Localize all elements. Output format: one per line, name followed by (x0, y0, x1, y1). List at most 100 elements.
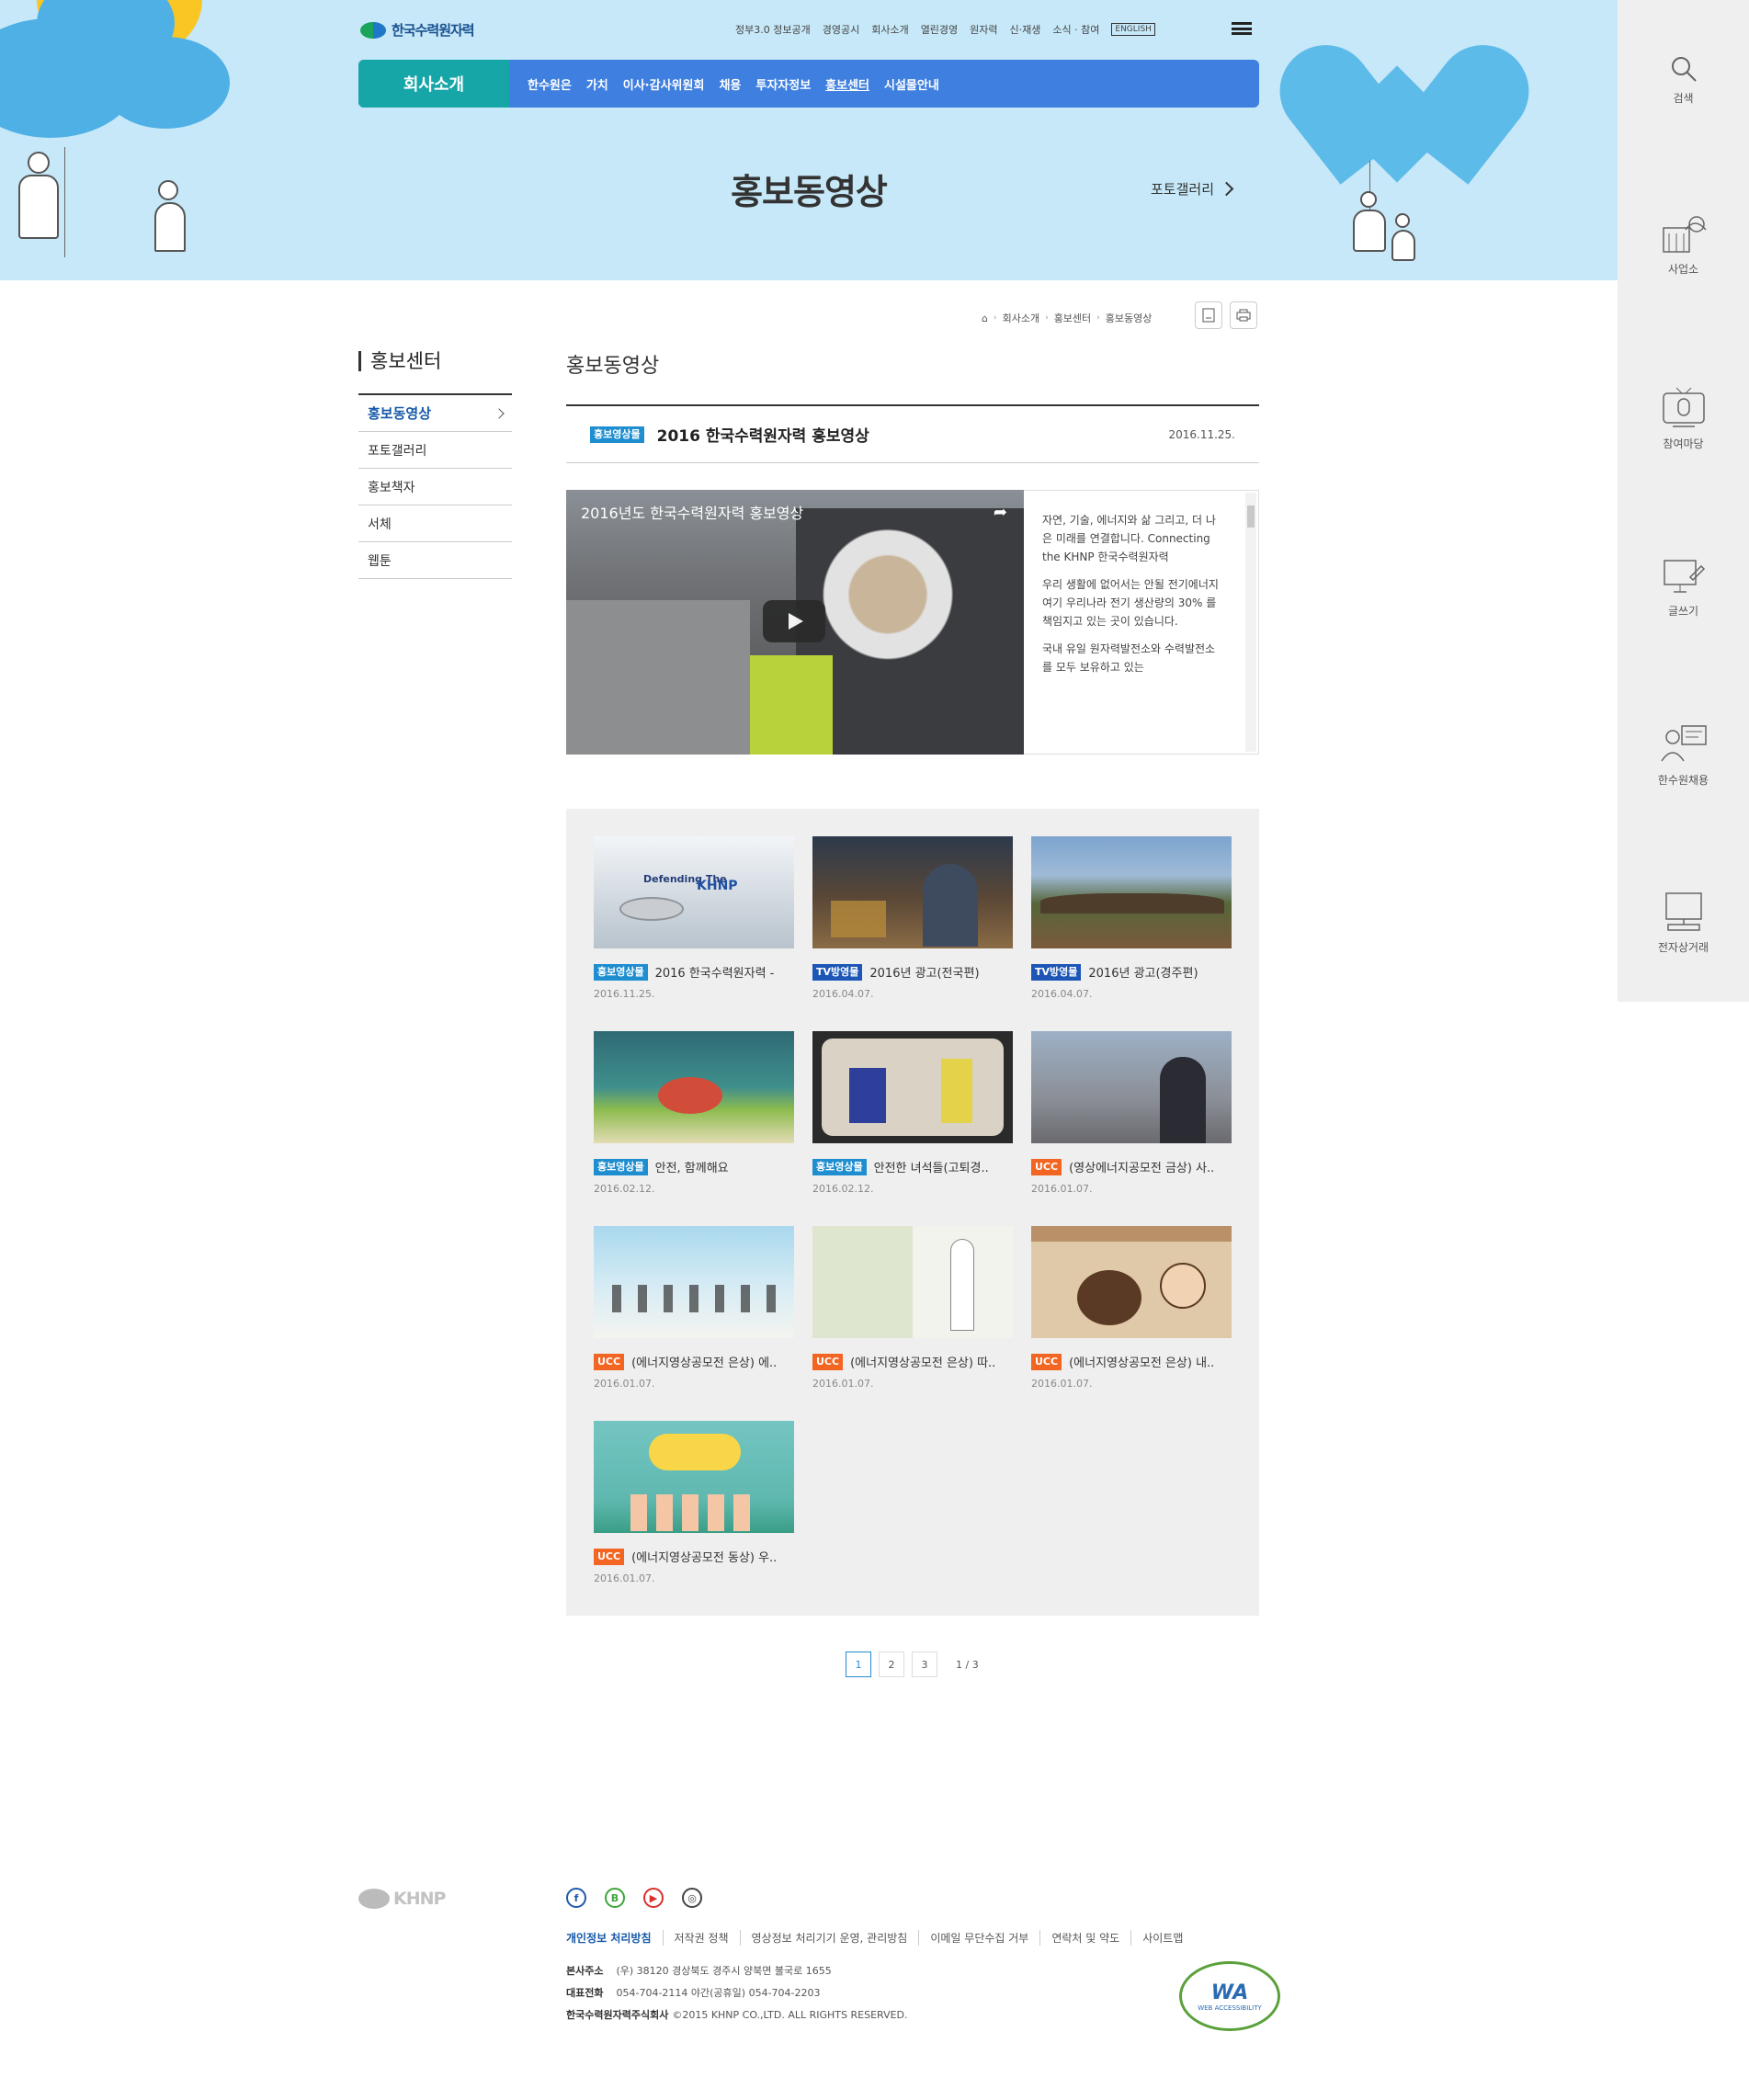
footer-link[interactable]: 이메일 무단수집 거부 (918, 1930, 1039, 1946)
thumbnail[interactable] (1031, 1031, 1232, 1143)
card-title[interactable]: (에너지영상공모전 은상) 내.. (1069, 1353, 1214, 1370)
sidebar-item-webtoon[interactable]: 웹툰 (358, 542, 512, 579)
page-button[interactable]: 2 (879, 1652, 904, 1677)
web-accessibility-mark: WA WEB ACCESSIBILITY (1179, 1961, 1280, 2031)
page-button[interactable]: 3 (912, 1652, 937, 1677)
page-button[interactable]: 1 (846, 1652, 871, 1677)
sidebar-item-label: 포토갤러리 (368, 443, 427, 459)
quick-participation[interactable]: 참여마당 (1618, 384, 1749, 451)
video-description[interactable]: 자연, 기술, 에너지와 삶 그리고, 더 나은 미래를 연결합니다. Conn… (1024, 490, 1259, 755)
footer-link[interactable]: 개인정보 처리방침 (566, 1930, 663, 1946)
thumbnail[interactable] (594, 1031, 794, 1143)
video-player[interactable]: 2016년도 한국수력원자력 홍보영상 ➦ (566, 490, 1024, 755)
home-icon[interactable]: ⌂ (982, 312, 988, 324)
description-paragraph: 자연, 기술, 에너지와 삶 그리고, 더 나은 미래를 연결합니다. Conn… (1042, 514, 1216, 563)
sidebar-item-font[interactable]: 서체 (358, 505, 512, 542)
gallery-card[interactable]: UCC (에너지영상공모전 은상) 에.. 2016.01.07. (594, 1226, 794, 1390)
phone-label: 대표전화 (566, 1987, 604, 1999)
gallery-card[interactable]: TV방영물 2016년 광고(경주편) 2016.04.07. (1031, 836, 1232, 1000)
breadcrumb-item[interactable]: 홍보센터 (1054, 311, 1091, 325)
gallery-card[interactable]: 홍보영상물 안전한 녀석들(고퇴경.. 2016.02.12. (812, 1031, 1013, 1195)
gnb-item-active[interactable]: 홍보센터 (825, 75, 869, 93)
category-badge: 홍보영상물 (594, 963, 648, 981)
thumbnail[interactable]: Defending The KHNP (594, 836, 794, 948)
quick-search[interactable]: 검색 (1618, 53, 1749, 106)
photo-gallery-link[interactable]: 포토갤러리 (1151, 179, 1234, 199)
print-icon (1236, 309, 1251, 322)
card-title[interactable]: (에너지영상공모전 동상) 우.. (631, 1548, 777, 1565)
quick-write[interactable]: 글쓰기 (1618, 555, 1749, 619)
gallery-card[interactable]: TV방영물 2016년 광고(전국편) 2016.04.07. (812, 836, 1013, 1000)
facebook-icon[interactable]: f (566, 1888, 586, 1908)
card-title[interactable]: 안전한 녀석들(고퇴경.. (874, 1158, 989, 1175)
thumbnail[interactable] (1031, 1226, 1232, 1338)
download-button[interactable] (1195, 301, 1222, 329)
english-button[interactable]: ENGLISH (1111, 23, 1155, 36)
quick-plant[interactable]: 사업소 (1618, 210, 1749, 277)
card-title[interactable]: (영상에너지공모전 금상) 사.. (1069, 1158, 1214, 1175)
sidebar-item-booklet[interactable]: 홍보책자 (358, 469, 512, 505)
breadcrumb-item[interactable]: 회사소개 (1003, 311, 1039, 325)
card-title[interactable]: (에너지영상공모전 은상) 에.. (631, 1353, 777, 1370)
share-icon[interactable]: ➦ (994, 503, 1007, 522)
chevron-right-icon (1219, 181, 1234, 197)
footer-link[interactable]: 연락처 및 약도 (1039, 1930, 1130, 1946)
print-button[interactable] (1230, 301, 1257, 329)
hamburger-menu-icon[interactable] (1232, 22, 1252, 35)
play-button-icon[interactable] (763, 600, 825, 642)
gnb-item[interactable]: 시설물안내 (884, 75, 939, 93)
footer-link[interactable]: 저작권 정책 (662, 1930, 740, 1946)
gallery-card[interactable]: UCC (에너지영상공모전 동상) 우.. 2016.01.07. (594, 1421, 794, 1584)
util-link[interactable]: 경영공시 (823, 22, 859, 37)
category-badge: TV방영물 (1031, 963, 1082, 981)
card-title[interactable]: (에너지영상공모전 은상) 따.. (850, 1353, 995, 1370)
card-date: 2016.04.07. (812, 988, 874, 1000)
site-logo[interactable]: 한국수력원자력 (360, 20, 475, 40)
sidebar-item-video[interactable]: 홍보동영상 (358, 395, 512, 432)
thumbnail[interactable] (812, 1226, 1013, 1338)
gnb-item[interactable]: 가치 (586, 75, 608, 93)
gnb-section-title[interactable]: 회사소개 (358, 60, 509, 108)
thumbnail[interactable] (594, 1421, 794, 1533)
card-title[interactable]: 2016년 광고(전국편) (869, 963, 979, 981)
recruit-icon (1660, 725, 1707, 762)
footer-logo: KHNP (358, 1889, 446, 1909)
util-link[interactable]: 소식 · 참여 (1052, 22, 1099, 37)
card-title[interactable]: 2016 한국수력원자력 - (655, 963, 775, 981)
content-title: 홍보동영상 (566, 355, 660, 378)
card-title[interactable]: 안전, 함께해요 (655, 1158, 729, 1175)
util-link[interactable]: 열린경영 (921, 22, 958, 37)
company-name: 한국수력원자력주식회사 (566, 2009, 669, 2021)
util-link[interactable]: 회사소개 (871, 22, 908, 37)
util-link[interactable]: 신·재생 (1010, 22, 1041, 37)
util-link[interactable]: 정부3.0 정보공개 (735, 22, 811, 37)
gallery-card[interactable]: UCC (에너지영상공모전 은상) 따.. 2016.01.07. (812, 1226, 1013, 1390)
thumbnail[interactable] (594, 1226, 794, 1338)
instagram-icon[interactable]: ◎ (682, 1888, 702, 1908)
footer-phone: 대표전화 054-704-2114 야간(공휴일) 054-704-2203 (566, 1985, 821, 2000)
footer-link[interactable]: 영상정보 처리기기 운영, 관리방침 (739, 1930, 919, 1946)
gnb-item[interactable]: 이사·감사위원회 (623, 75, 705, 93)
description-scrollbar[interactable] (1245, 493, 1256, 752)
gnb-item[interactable]: 투자자정보 (755, 75, 811, 93)
blog-icon[interactable]: B (605, 1888, 625, 1908)
gallery-card[interactable]: UCC (영상에너지공모전 금상) 사.. 2016.01.07. (1031, 1031, 1232, 1195)
thumbnail[interactable] (812, 836, 1013, 948)
card-date: 2016.01.07. (812, 1378, 874, 1390)
quick-recruit[interactable]: 한수원채용 (1618, 722, 1749, 788)
gallery-card[interactable]: 홍보영상물 안전, 함께해요 2016.02.12. (594, 1031, 794, 1195)
sidebar-item-gallery[interactable]: 포토갤러리 (358, 432, 512, 469)
gnb-item[interactable]: 한수원은 (528, 75, 572, 93)
write-icon (1663, 560, 1705, 593)
thumbnail[interactable] (1031, 836, 1232, 948)
util-link[interactable]: 원자력 (970, 22, 997, 37)
gnb-item[interactable]: 채용 (719, 75, 741, 93)
gallery-card[interactable]: UCC (에너지영상공모전 은상) 내.. 2016.01.07. (1031, 1226, 1232, 1390)
youtube-icon[interactable]: ▶ (643, 1888, 664, 1908)
footer-link[interactable]: 사이트맵 (1130, 1930, 1194, 1946)
quick-ecommerce[interactable]: 전자상거래 (1618, 888, 1749, 955)
thumbnail[interactable] (812, 1031, 1013, 1143)
description-paragraph: 국내 유일 원자력발전소와 수력발전소를 모두 보유하고 있는 (1042, 642, 1216, 674)
gallery-card[interactable]: Defending The KHNP 홍보영상물 2016 한국수력원자력 - 2… (594, 836, 794, 1000)
card-title[interactable]: 2016년 광고(경주편) (1088, 963, 1198, 981)
